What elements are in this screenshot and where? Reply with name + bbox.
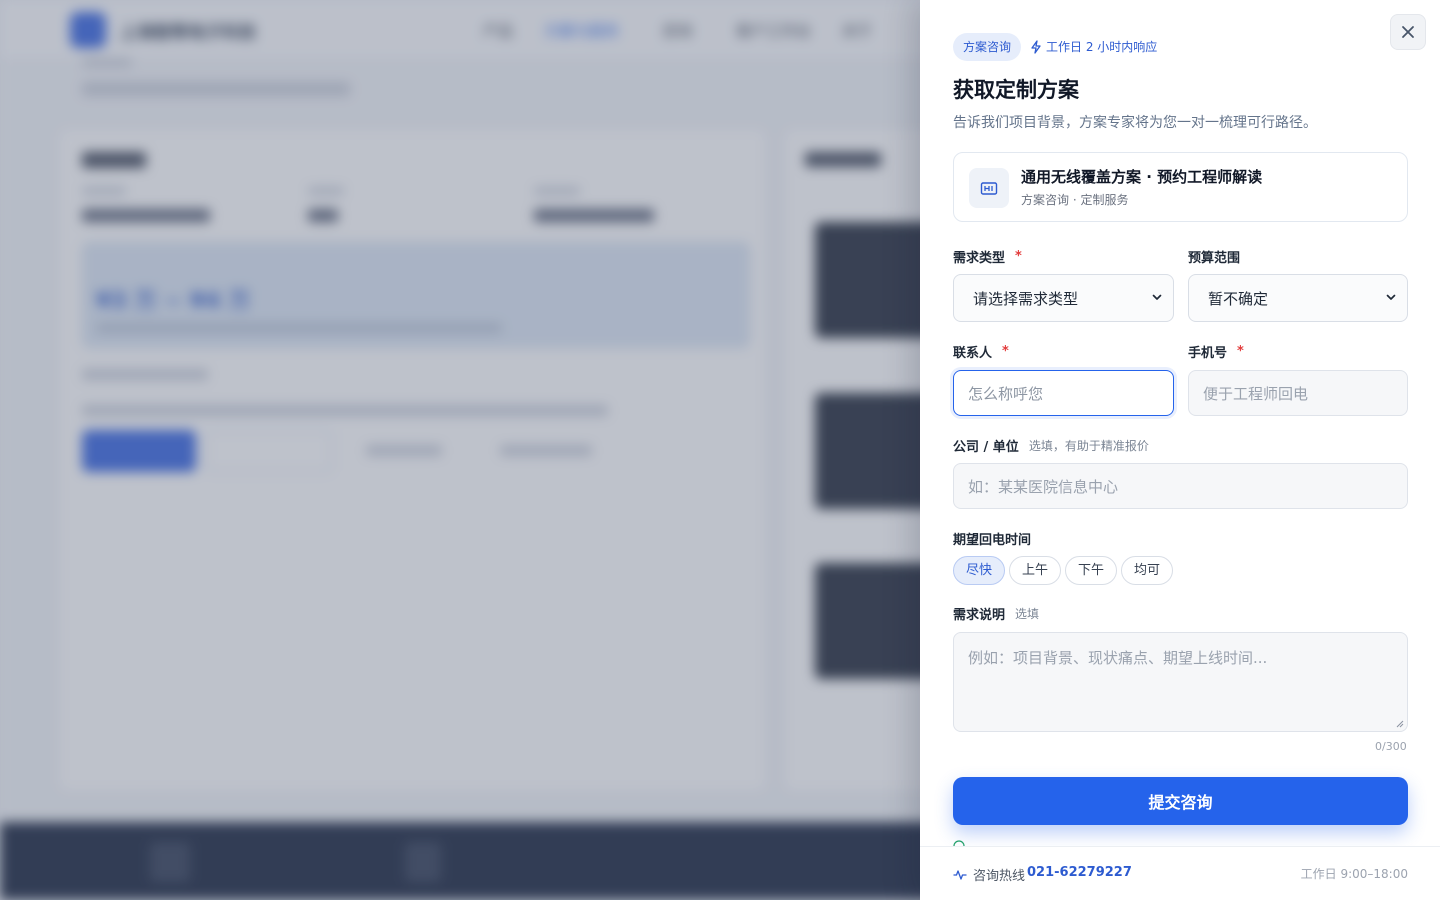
response-time-text: 工作日 2 小时内响应	[1046, 40, 1158, 54]
bolt-icon	[1031, 39, 1041, 54]
solution-icon	[969, 168, 1009, 208]
notes-hint: 选填	[1015, 607, 1040, 621]
callback-option-any[interactable]: 均可	[1121, 556, 1174, 585]
contact-placeholder: 怎么称呼您	[968, 384, 1044, 403]
budget-value: 暂不确定	[1208, 289, 1269, 308]
required-marker: *	[1237, 344, 1244, 359]
solution-name: 通用无线覆盖方案 · 预约工程师解读	[1021, 168, 1263, 186]
drawer-title: 获取定制方案	[953, 78, 1079, 102]
phone-placeholder: 便于工程师回电	[1203, 384, 1309, 403]
required-marker: *	[1015, 249, 1022, 264]
callback-time-label: 期望回电时间	[953, 529, 1031, 548]
company-placeholder: 如：某某医院信息中心	[968, 477, 1119, 496]
company-hint: 选填，有助于精准报价	[1028, 439, 1149, 453]
company-input[interactable]: 如：某某医院信息中心	[953, 463, 1408, 509]
contact-label: 联系人 *	[953, 342, 1009, 361]
phone-input[interactable]: 便于工程师回电	[1188, 370, 1408, 416]
budget-label-text: 预算范围	[1188, 251, 1241, 266]
callback-option-afternoon[interactable]: 下午	[1065, 556, 1118, 585]
drawer-scrollbar[interactable]	[1428, 4, 1434, 842]
hotline-number[interactable]: 021-62279227	[1027, 865, 1132, 880]
callback-option-asap[interactable]: 尽快	[953, 556, 1006, 585]
consultation-drawer: 方案咨询 工作日 2 小时内响应 获取定制方案 告诉我们项目背景，方案专家将为您…	[920, 0, 1440, 900]
required-marker: *	[1002, 344, 1009, 359]
chevron-down-icon	[1152, 294, 1162, 300]
notes-label-text: 需求说明	[953, 608, 1006, 623]
response-time-note: 工作日 2 小时内响应	[1030, 38, 1157, 55]
budget-label: 预算范围	[1188, 247, 1240, 266]
need-type-label-text: 需求类型	[953, 251, 1006, 266]
notes-textarea[interactable]: 例如：项目背景、现状痛点、期望上线时间...	[953, 632, 1408, 732]
need-type-select[interactable]: 请选择需求类型	[953, 274, 1174, 322]
need-type-value: 请选择需求类型	[973, 289, 1079, 308]
selected-solution-card: 通用无线覆盖方案 · 预约工程师解读 方案咨询 · 定制服务	[953, 152, 1408, 222]
phone-label: 手机号 *	[1188, 342, 1244, 361]
resize-handle-icon[interactable]	[1396, 720, 1404, 728]
drawer-scroll-area[interactable]: 方案咨询 工作日 2 小时内响应 获取定制方案 告诉我们项目背景，方案专家将为您…	[920, 0, 1440, 846]
hotline-label-text: 咨询热线	[973, 869, 1026, 884]
phone-label-text: 手机号	[1188, 346, 1228, 361]
drawer-subtitle: 告诉我们项目背景，方案专家将为您一对一梳理可行路径。	[953, 115, 1317, 131]
budget-select[interactable]: 暂不确定	[1188, 274, 1408, 322]
chevron-down-icon	[1386, 294, 1396, 300]
drawer-footer: 咨询热线 021-62279227 工作日 9:00–18:00	[920, 846, 1440, 900]
submit-button[interactable]: 提交咨询	[953, 777, 1408, 825]
solution-meta: 方案咨询 · 定制服务	[1021, 193, 1129, 207]
company-label-text: 公司 / 单位	[953, 440, 1019, 455]
category-badge: 方案咨询	[953, 33, 1022, 61]
notes-placeholder: 例如：项目背景、现状痛点、期望上线时间...	[968, 649, 1268, 667]
close-button[interactable]	[1390, 14, 1426, 50]
contact-input[interactable]: 怎么称呼您	[953, 370, 1174, 416]
notes-label: 需求说明 选填	[953, 604, 1039, 623]
need-type-label: 需求类型 *	[953, 247, 1022, 266]
notes-char-counter: 0/300	[1375, 740, 1407, 753]
contact-label-text: 联系人	[953, 346, 993, 361]
close-icon	[1402, 26, 1414, 38]
callback-time-label-text: 期望回电时间	[953, 533, 1032, 548]
pulse-icon	[953, 869, 967, 880]
hotline-label: 咨询热线	[953, 865, 1025, 884]
callback-option-morning[interactable]: 上午	[1009, 556, 1062, 585]
company-label: 公司 / 单位 选填，有助于精准报价	[953, 436, 1149, 455]
service-hours: 工作日 9:00–18:00	[1300, 867, 1408, 881]
